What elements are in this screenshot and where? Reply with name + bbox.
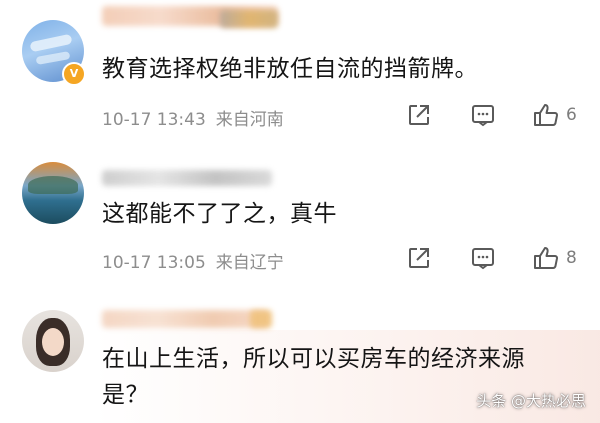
- comment-button[interactable]: [470, 245, 496, 271]
- like-icon: [534, 247, 558, 269]
- share-icon: [409, 105, 429, 125]
- comment-text: 教育选择权绝非放任自流的挡箭牌。: [102, 56, 478, 82]
- user-tag-blurred: [250, 310, 272, 328]
- comment-meta: 10-17 13:05 来自辽宁: [102, 248, 294, 273]
- username-blurred[interactable]: [102, 170, 272, 186]
- user-tag-blurred: [220, 10, 278, 28]
- share-button[interactable]: [406, 245, 432, 271]
- comment-item-1: V 教育选择权绝非放任自流的挡箭牌。 10-17 13:43 来自河南 6: [0, 0, 600, 140]
- comment-button[interactable]: [470, 102, 496, 128]
- username-blurred[interactable]: [102, 310, 268, 328]
- comment-meta: 10-17 13:43 来自河南: [102, 105, 294, 130]
- comment-time: 10-17 13:43: [102, 110, 206, 130]
- comment-time: 10-17 13:05: [102, 253, 206, 273]
- comment-text-line-2: 是？: [102, 382, 149, 408]
- like-button[interactable]: 8: [532, 245, 577, 271]
- share-icon: [409, 248, 429, 268]
- user-avatar[interactable]: [22, 162, 84, 224]
- comment-icon: [472, 248, 494, 270]
- user-avatar[interactable]: [22, 310, 84, 372]
- comment-location: 来自辽宁: [215, 253, 284, 273]
- watermark: 头条 @大热必思: [476, 392, 586, 410]
- like-button[interactable]: 6: [532, 102, 577, 128]
- comment-item-2: 这都能不了了之，真牛 10-17 13:05 来自辽宁 8: [0, 140, 600, 290]
- like-icon: [534, 104, 558, 126]
- verified-badge: V: [62, 62, 86, 86]
- comment-location: 来自河南: [215, 110, 284, 130]
- like-count: 8: [566, 248, 577, 268]
- share-button[interactable]: [406, 102, 432, 128]
- comment-text: 这都能不了了之，真牛: [102, 201, 337, 227]
- like-count: 6: [566, 105, 577, 125]
- comment-text-line-1: 在山上生活，所以可以买房车的经济来源: [102, 346, 525, 372]
- comment-icon: [472, 105, 494, 127]
